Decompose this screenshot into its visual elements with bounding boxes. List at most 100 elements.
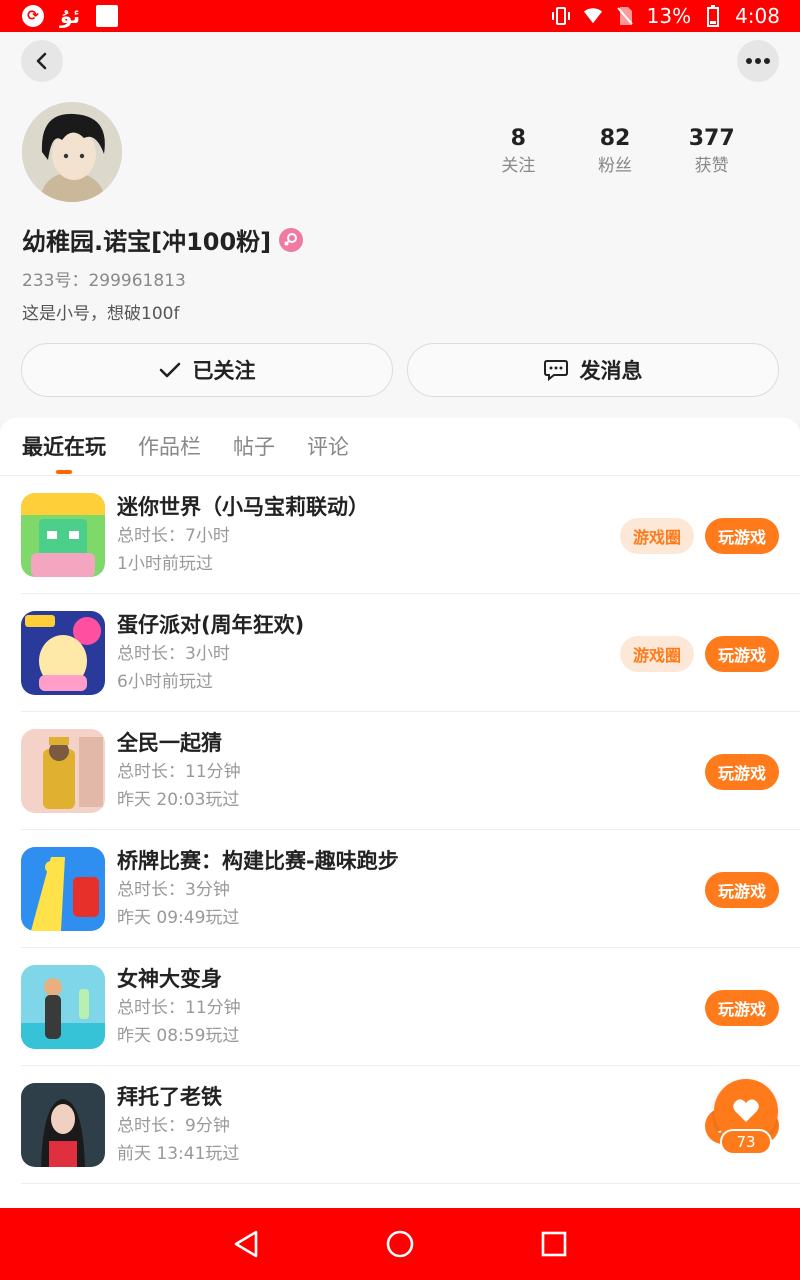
tab-label: 最近在玩: [22, 434, 106, 459]
triangle-back-icon: [234, 1230, 258, 1258]
more-icon: [746, 58, 770, 64]
back-button[interactable]: [21, 40, 63, 82]
clock: 4:08: [735, 4, 780, 28]
female-icon: [279, 227, 304, 252]
game-info: 女神大变身 总时长：11分钟 昨天 08:59玩过: [117, 964, 241, 1050]
game-row[interactable]: 拜托了老铁 总时长：9分钟 前天 13:41玩过 玩游戏: [0, 1066, 800, 1184]
user-bio: 这是小号，想破100f: [22, 304, 180, 324]
status-bar: ⟳ ئۇ 13% 4:08: [0, 0, 800, 32]
stat-number: 82: [599, 126, 631, 151]
game-info: 迷你世界（小马宝莉联动） 总时长：7小时 1小时前玩过: [117, 492, 369, 578]
check-icon: [159, 362, 180, 378]
game-duration: 总时长：3小时: [117, 644, 230, 664]
game-circle-button[interactable]: 游戏圈: [620, 518, 694, 554]
tab-posts[interactable]: 帖子: [233, 418, 275, 476]
wifi-icon: [583, 6, 603, 26]
game-info: 全民一起猜 总时长：11分钟 昨天 20:03玩过: [117, 728, 241, 814]
nav-recents-button[interactable]: [536, 1226, 572, 1262]
tab-label: 评论: [307, 434, 349, 459]
game-duration: 总时长：9分钟: [117, 1116, 230, 1136]
game-actions: 游戏圈 玩游戏: [620, 518, 779, 554]
game-duration: 总时长：11分钟: [117, 998, 241, 1018]
content-panel: 最近在玩 作品栏 帖子 评论 迷你世界（小马宝莉联动） 总时长：7小时 1小时前…: [0, 418, 800, 1208]
followed-button[interactable]: 已关注: [21, 343, 393, 397]
stat-label: 获赞: [694, 156, 729, 176]
game-name: 女神大变身: [117, 967, 222, 991]
tab-label: 作品栏: [138, 434, 201, 459]
game-actions: 玩游戏: [705, 872, 779, 908]
game-name: 拜托了老铁: [117, 1085, 222, 1109]
keyboard-indicator: ئۇ: [60, 4, 81, 28]
game-actions: 游戏圈 玩游戏: [620, 636, 779, 672]
like-count: 73: [720, 1129, 772, 1155]
stat-label: 关注: [501, 156, 536, 176]
chevron-left-icon: [36, 52, 47, 70]
game-info: 桥牌比赛：构建比赛-趣味跑步 总时长：3分钟 昨天 09:49玩过: [117, 846, 399, 932]
game-icon-goddess-makeover: [21, 965, 105, 1049]
battery-percent: 13%: [646, 4, 692, 28]
game-row[interactable]: 女神大变身 总时长：11分钟 昨天 08:59玩过 玩游戏: [0, 948, 800, 1066]
heart-icon: [733, 1099, 759, 1122]
profile-header: 8 关注 82 粉丝 377 获赞 幼稚园.诺宝[冲100粉] 233号：299…: [0, 32, 800, 420]
game-row[interactable]: 蛋仔派对(周年狂欢) 总时长：3小时 6小时前玩过 游戏圈 玩游戏: [0, 594, 800, 712]
stat-fans[interactable]: 82 粉丝: [567, 124, 664, 178]
game-duration: 总时长：7小时: [117, 526, 230, 546]
more-button[interactable]: [737, 40, 779, 82]
avatar[interactable]: [22, 102, 122, 202]
stat-number: 8: [510, 126, 526, 151]
nav-back-button[interactable]: [228, 1226, 264, 1262]
game-info: 拜托了老铁 总时长：9分钟 前天 13:41玩过: [117, 1082, 239, 1168]
play-game-button[interactable]: 玩游戏: [705, 636, 779, 672]
game-icon-guess-together: [21, 729, 105, 813]
stat-label: 粉丝: [598, 156, 632, 176]
game-duration: 总时长：11分钟: [117, 762, 241, 782]
send-message-label: 发消息: [579, 359, 643, 383]
notification-icon: [96, 5, 119, 27]
game-last-played: 6小时前玩过: [117, 672, 213, 692]
game-duration: 总时长：3分钟: [117, 880, 230, 900]
send-message-button[interactable]: 发消息: [407, 343, 779, 397]
navigation-bar: [0, 1208, 800, 1280]
game-last-played: 昨天 20:03玩过: [117, 790, 240, 810]
game-last-played: 昨天 09:49玩过: [117, 908, 240, 928]
game-last-played: 前天 13:41玩过: [117, 1144, 240, 1164]
game-actions: 玩游戏: [705, 990, 779, 1026]
tab-recent-play[interactable]: 最近在玩: [22, 418, 106, 476]
game-last-played: 1小时前玩过: [117, 554, 213, 574]
circle-home-icon: [386, 1230, 414, 1258]
game-row[interactable]: 全民一起猜 总时长：11分钟 昨天 20:03玩过 玩游戏: [0, 712, 800, 830]
tab-bar: 最近在玩 作品栏 帖子 评论: [0, 418, 800, 476]
chat-bubble-icon: [543, 360, 568, 381]
game-icon-bridge-race: [21, 847, 105, 931]
game-actions: 玩游戏: [705, 754, 779, 790]
play-game-button[interactable]: 玩游戏: [705, 990, 779, 1026]
square-recents-icon: [541, 1231, 567, 1257]
game-row[interactable]: 迷你世界（小马宝莉联动） 总时长：7小时 1小时前玩过 游戏圈 玩游戏: [0, 476, 800, 594]
game-list: 迷你世界（小马宝莉联动） 总时长：7小时 1小时前玩过 游戏圈 玩游戏 蛋仔派对…: [0, 476, 800, 1184]
username-row: 幼稚园.诺宝[冲100粉]: [22, 222, 304, 257]
stat-likes[interactable]: 377 获赞: [663, 124, 760, 178]
game-circle-button[interactable]: 游戏圈: [620, 636, 694, 672]
play-game-button[interactable]: 玩游戏: [705, 754, 779, 790]
play-game-button[interactable]: 玩游戏: [705, 872, 779, 908]
stat-number: 377: [688, 126, 735, 151]
username: 幼稚园.诺宝[冲100粉]: [22, 228, 272, 256]
battery-icon: [703, 5, 723, 27]
game-name: 迷你世界（小马宝莉联动）: [117, 495, 369, 519]
game-icon-eggy-party: [21, 611, 105, 695]
game-name: 蛋仔派对(周年狂欢): [117, 613, 305, 637]
tab-works[interactable]: 作品栏: [138, 418, 201, 476]
tab-comments[interactable]: 评论: [307, 418, 349, 476]
game-row[interactable]: 桥牌比赛：构建比赛-趣味跑步 总时长：3分钟 昨天 09:49玩过 玩游戏: [0, 830, 800, 948]
game-name: 桥牌比赛：构建比赛-趣味跑步: [117, 849, 399, 873]
game-icon-please-buddy: [21, 1083, 105, 1167]
tab-label: 帖子: [233, 434, 275, 459]
game-info: 蛋仔派对(周年狂欢) 总时长：3小时 6小时前玩过: [117, 610, 304, 696]
app-notification-icon: ⟳: [22, 5, 44, 27]
play-game-button[interactable]: 玩游戏: [705, 518, 779, 554]
game-name: 全民一起猜: [117, 731, 222, 755]
stat-following[interactable]: 8 关注: [470, 124, 567, 178]
followed-label: 已关注: [192, 359, 256, 383]
no-sim-icon: [615, 6, 635, 26]
nav-home-button[interactable]: [382, 1226, 418, 1262]
